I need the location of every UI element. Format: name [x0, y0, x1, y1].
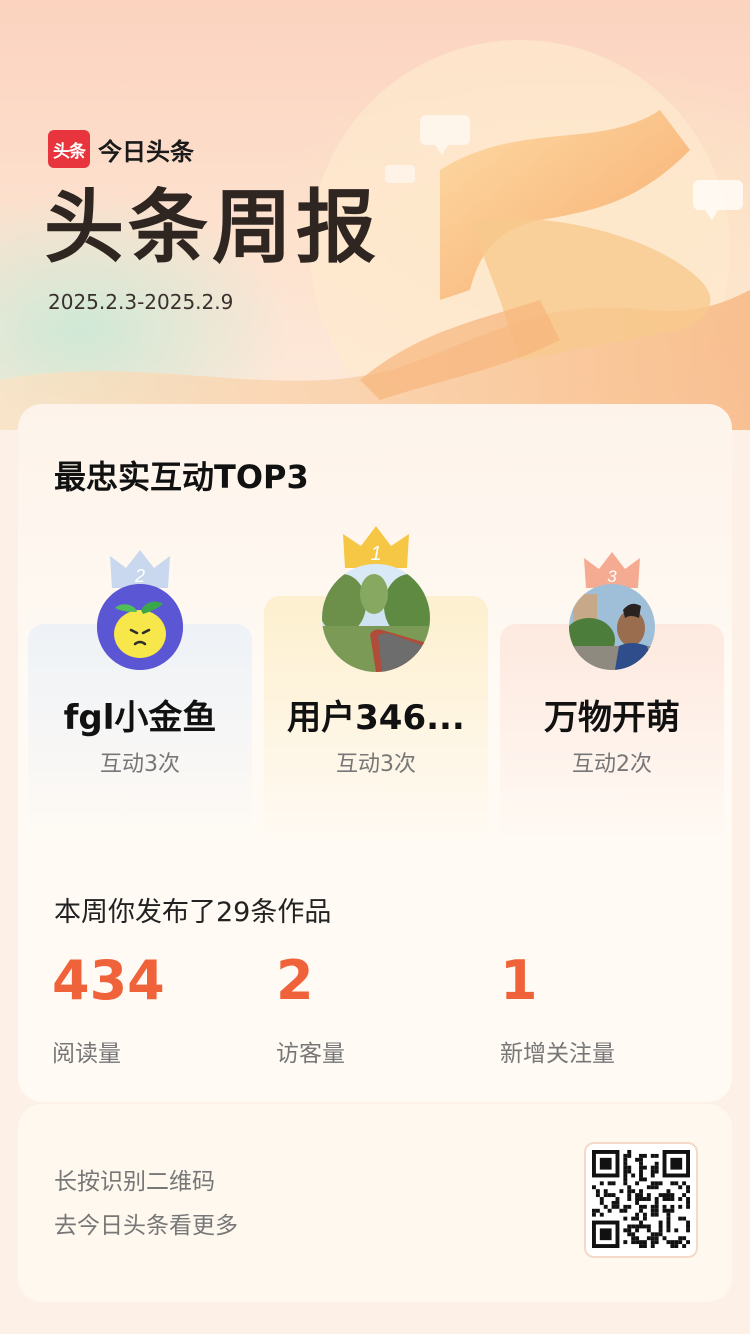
stat-new-followers: 1 新增关注量	[500, 954, 615, 1068]
top-user-1[interactable]: 1 用户346... 互动3次	[264, 524, 488, 846]
avatar	[569, 584, 655, 670]
rank-number: 2	[134, 566, 145, 586]
page-title: 头条周报	[44, 181, 380, 274]
interaction-count: 互动2次	[572, 752, 652, 777]
report-card: 最忠实互动TOP3 2 fgl小金鱼 互动3次 1 用户346... 互动3次 …	[18, 404, 732, 1102]
stat-reads: 434 阅读量	[52, 954, 165, 1068]
footer-line-2: 去今日头条看更多	[54, 1213, 238, 1239]
stat-visitors: 2 访客量	[276, 954, 345, 1068]
brand: 头条 今日头条	[48, 130, 194, 168]
interaction-count: 互动3次	[100, 752, 180, 777]
brand-name: 今日头条	[98, 137, 194, 166]
person-photo	[569, 584, 655, 670]
user-name: 用户346...	[287, 698, 465, 738]
stat-value: 2	[276, 949, 314, 1012]
avatar	[322, 564, 430, 672]
rank-number: 1	[370, 543, 381, 565]
top-user-2[interactable]: 2 fgl小金鱼 互动3次	[28, 524, 252, 844]
stat-label: 新增关注量	[500, 1041, 615, 1067]
user-name: 万物开萌	[544, 698, 680, 738]
qr-code-icon	[592, 1150, 690, 1248]
qr-code[interactable]	[584, 1142, 698, 1258]
stat-value: 434	[52, 949, 165, 1012]
stat-label: 阅读量	[52, 1041, 121, 1067]
stat-value: 1	[500, 949, 538, 1012]
published-summary: 本周你发布了29条作品	[54, 897, 332, 928]
top-user-3[interactable]: 3 万物开萌 互动2次	[500, 524, 724, 844]
top3-title: 最忠实互动TOP3	[54, 458, 309, 496]
date-range: 2025.2.3-2025.2.9	[48, 290, 234, 314]
interaction-count: 互动3次	[336, 752, 416, 777]
footer-line-1: 长按识别二维码	[54, 1169, 215, 1195]
stat-label: 访客量	[276, 1041, 345, 1067]
tree-road-photo	[322, 564, 430, 672]
qr-footer: 长按识别二维码 去今日头条看更多	[18, 1104, 732, 1302]
user-name: fgl小金鱼	[63, 698, 217, 738]
lemon-avatar-icon	[97, 584, 183, 670]
avatar	[97, 584, 183, 670]
chat-bubble-icon	[385, 165, 415, 183]
toutiao-logo: 头条	[48, 130, 90, 168]
hero-banner: 头条 今日头条 头条周报 2025.2.3-2025.2.9	[0, 0, 750, 430]
